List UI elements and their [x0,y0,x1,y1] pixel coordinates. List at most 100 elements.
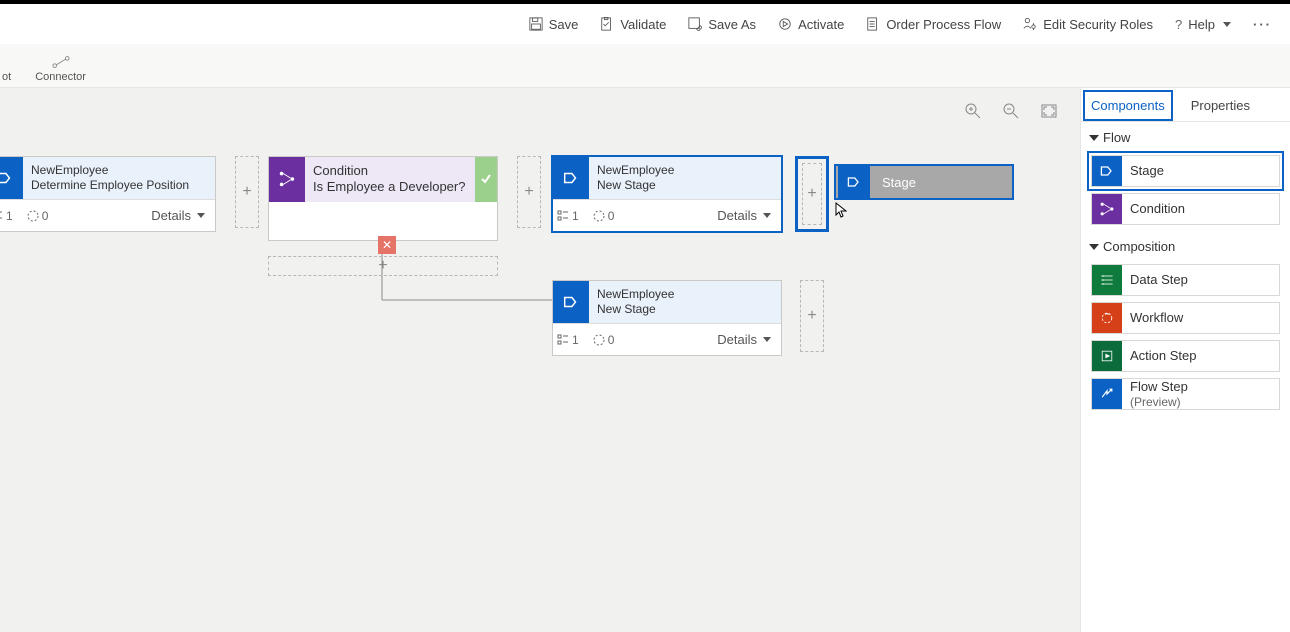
activate-label: Activate [798,17,844,32]
help-icon: ? [1175,17,1182,32]
component-action-step-label: Action Step [1122,348,1205,364]
condition-true-indicator [475,157,497,202]
component-flow-step[interactable]: Flow Step (Preview) [1091,378,1280,410]
save-label: Save [549,17,579,32]
drag-preview-label: Stage [872,175,916,190]
order-icon [866,17,880,31]
dropzone-insert[interactable] [517,156,541,228]
steps-icon [557,210,569,222]
stage-title: New Stage [597,178,674,193]
validate-button[interactable]: Validate [590,11,676,38]
condition-false-indicator: ✕ [378,236,396,254]
stage-icon [553,281,589,323]
stage-node-new-stage-bottom[interactable]: NewEmployee New Stage 1 0 Details [552,280,782,356]
details-toggle[interactable]: Details [717,332,771,347]
stage-title: Determine Employee Position [31,178,189,193]
component-action-step[interactable]: Action Step [1091,340,1280,372]
component-flow-step-label: Flow Step (Preview) [1122,379,1196,409]
triggers-count: 0 [42,209,49,223]
dropzone-active[interactable]: + [795,156,829,232]
stage-icon [0,157,23,199]
security-label: Edit Security Roles [1043,17,1153,32]
stage-title: New Stage [597,302,674,317]
chevron-down-icon [763,213,771,218]
save-as-button[interactable]: Save As [678,11,766,38]
save-button[interactable]: Save [519,11,589,38]
fit-to-screen-button[interactable] [1040,102,1058,120]
order-process-flow-button[interactable]: Order Process Flow [856,11,1011,38]
activate-icon [778,17,792,31]
triggers-count: 0 [608,209,615,223]
panel-tabs: Components Properties [1081,88,1290,122]
zoom-controls [964,102,1058,120]
stage-icon [1092,156,1122,186]
mouse-cursor [835,202,847,218]
component-stage-label: Stage [1122,163,1172,179]
more-commands-button[interactable]: ··· [1243,11,1282,38]
edit-security-roles-button[interactable]: Edit Security Roles [1013,11,1163,38]
zoom-out-button[interactable] [1002,102,1020,120]
dropzone-insert[interactable] [800,280,824,352]
tab-properties[interactable]: Properties [1183,90,1258,121]
snapshot-button-partial[interactable]: ot [2,71,11,87]
component-data-step-label: Data Step [1122,272,1196,288]
tab-components[interactable]: Components [1083,90,1173,121]
save-as-label: Save As [708,17,756,32]
save-icon [529,17,543,31]
condition-title: Is Employee a Developer? [313,179,467,195]
stage-node-employee-position[interactable]: NewEmployee Determine Employee Position … [0,156,216,232]
right-panel: Components Properties Flow Stage Conditi… [1080,88,1290,632]
component-condition[interactable]: Condition [1091,193,1280,225]
command-bar: Save Validate Save As Activate Order Pro… [0,4,1290,44]
help-button[interactable]: ? Help [1165,11,1241,38]
order-label: Order Process Flow [886,17,1001,32]
tab-components-label: Components [1091,98,1165,113]
tab-properties-label: Properties [1191,98,1250,113]
steps-count: 1 [572,333,579,347]
triggers-count: 0 [608,333,615,347]
help-label: Help [1188,17,1215,32]
designer-canvas[interactable]: NewEmployee Determine Employee Position … [0,88,1290,632]
action-step-icon [1092,341,1122,371]
data-step-icon [1092,265,1122,295]
chevron-down-icon [763,337,771,342]
component-data-step[interactable]: Data Step [1091,264,1280,296]
condition-heading: Condition [313,163,467,179]
validate-label: Validate [620,17,666,32]
flow-step-icon [1092,379,1122,409]
component-workflow-label: Workflow [1122,310,1191,326]
details-toggle[interactable]: Details [151,208,205,223]
snapshot-label: ot [2,71,11,83]
section-flow[interactable]: Flow [1081,122,1290,149]
stage-icon [553,157,589,199]
details-label: Details [717,208,757,223]
steps-icon [557,334,569,346]
activate-button[interactable]: Activate [768,11,854,38]
chevron-down-icon [197,213,205,218]
stage-header: NewEmployee Determine Employee Position [0,157,215,200]
component-workflow[interactable]: Workflow [1091,302,1280,334]
details-toggle[interactable]: Details [717,208,771,223]
section-flow-label: Flow [1103,130,1130,145]
triggers-icon [593,210,605,222]
zoom-in-button[interactable] [964,102,982,120]
workflow-icon [1092,303,1122,333]
connector-button[interactable]: Connector [35,55,86,87]
chevron-down-icon [1223,22,1231,27]
condition-node[interactable]: Condition Is Employee a Developer? ✕ [268,156,498,241]
section-composition[interactable]: Composition [1081,231,1290,258]
stage-node-new-stage-top[interactable]: NewEmployee New Stage 1 0 Details [552,156,782,232]
validate-icon [600,17,614,31]
stage-entity: NewEmployee [597,287,674,302]
component-stage[interactable]: Stage [1091,155,1280,187]
save-as-icon [688,17,702,31]
component-condition-label: Condition [1122,201,1193,217]
drag-preview-stage: Stage [834,164,1014,200]
connector-icon [52,55,70,69]
steps-icon [0,210,3,222]
steps-count: 1 [6,209,13,223]
stage-entity: NewEmployee [31,163,189,178]
condition-icon [1092,194,1122,224]
dropzone-condition-false[interactable] [268,256,498,276]
dropzone-insert[interactable] [235,156,259,228]
